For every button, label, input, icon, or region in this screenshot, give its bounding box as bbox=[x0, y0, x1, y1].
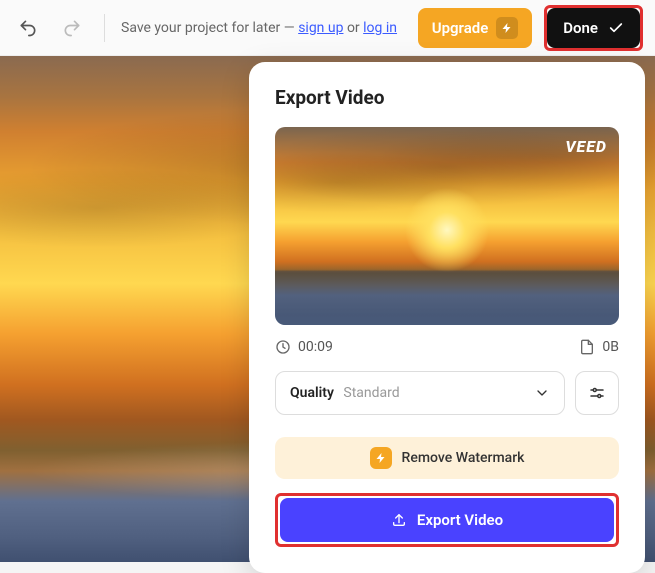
video-thumbnail: VEED bbox=[275, 127, 619, 325]
settings-button[interactable] bbox=[575, 371, 619, 415]
export-button-label: Export Video bbox=[417, 511, 503, 529]
file-icon bbox=[579, 339, 595, 355]
duration-value: 00:09 bbox=[298, 339, 333, 355]
quality-value: Standard bbox=[343, 385, 399, 401]
chevron-down-icon bbox=[534, 385, 550, 401]
quality-row: Quality Standard bbox=[275, 371, 619, 415]
topbar: Save your project for later — sign up or… bbox=[0, 0, 655, 56]
redo-button[interactable] bbox=[56, 12, 88, 44]
undo-icon bbox=[18, 18, 38, 38]
done-label: Done bbox=[563, 19, 598, 37]
undo-button[interactable] bbox=[12, 12, 44, 44]
upgrade-label: Upgrade bbox=[432, 19, 489, 37]
redo-icon bbox=[62, 18, 82, 38]
quality-label: Quality bbox=[290, 385, 334, 401]
save-prefix: Save your project for later — bbox=[121, 20, 298, 36]
save-message: Save your project for later — sign up or… bbox=[121, 20, 406, 36]
upload-icon bbox=[391, 512, 407, 528]
sliders-icon bbox=[588, 384, 606, 402]
login-link[interactable]: log in bbox=[363, 20, 397, 36]
export-title: Export Video bbox=[275, 86, 619, 109]
export-popup: Export Video VEED 00:09 0B Quality Stand… bbox=[249, 62, 645, 573]
upgrade-button[interactable]: Upgrade bbox=[418, 8, 533, 48]
remove-watermark-button[interactable]: Remove Watermark bbox=[275, 437, 619, 479]
duration-group: 00:09 bbox=[275, 339, 333, 355]
watermark-text: VEED bbox=[565, 137, 607, 156]
filesize-value: 0B bbox=[602, 339, 619, 355]
export-highlight: Export Video bbox=[275, 493, 619, 547]
quality-select[interactable]: Quality Standard bbox=[275, 371, 565, 415]
check-icon bbox=[608, 20, 624, 36]
filesize-group: 0B bbox=[579, 339, 619, 355]
remove-watermark-label: Remove Watermark bbox=[402, 450, 525, 466]
or-text: or bbox=[343, 20, 363, 36]
bolt-icon bbox=[370, 447, 392, 469]
bolt-icon bbox=[496, 17, 518, 39]
done-button[interactable]: Done bbox=[547, 8, 640, 48]
done-highlight: Done bbox=[544, 5, 643, 51]
export-video-button[interactable]: Export Video bbox=[280, 498, 614, 542]
divider bbox=[104, 14, 105, 42]
clock-icon bbox=[275, 339, 291, 355]
signup-link[interactable]: sign up bbox=[298, 20, 343, 36]
video-meta: 00:09 0B bbox=[275, 339, 619, 355]
